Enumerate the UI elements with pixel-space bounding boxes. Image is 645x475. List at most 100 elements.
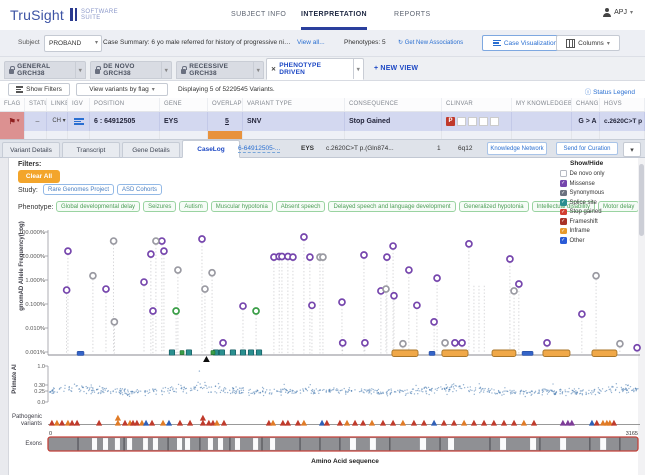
chevron-down-icon: ▾ bbox=[95, 36, 98, 51]
chevron-down-icon[interactable]: ▾ bbox=[75, 62, 82, 78]
chevron-down-icon[interactable]: ▾ bbox=[253, 62, 260, 78]
displaying-count: Displaying 5 of 5229545 Variants. bbox=[178, 86, 275, 93]
study-label: Study: bbox=[18, 187, 38, 194]
overlap-count[interactable]: 5 bbox=[225, 112, 229, 131]
column-header-linked[interactable]: LINKED bbox=[47, 98, 68, 111]
legend-item-splice-site[interactable]: ✓Splice site bbox=[560, 199, 638, 206]
view-all-link[interactable]: View all... bbox=[297, 39, 325, 46]
y-axis: 100.000%10.000%1.000%0.100%0.010%0.001% bbox=[19, 230, 640, 356]
detail-tab-transcript[interactable]: Transcript bbox=[62, 142, 120, 158]
pathogenic-triangles bbox=[49, 415, 617, 426]
flag-cell[interactable]: ⚑▾ bbox=[0, 112, 25, 131]
view-tab-phenotype-driven[interactable]: ✕PHENOTYPE DRIVEN▾ bbox=[266, 58, 364, 80]
column-header-gene[interactable]: GENE bbox=[160, 98, 208, 111]
brand-name: TruSight bbox=[10, 7, 64, 23]
exons-track: 03165 bbox=[0, 430, 645, 456]
brand-bars-icon bbox=[70, 6, 77, 24]
close-icon[interactable]: ✕ bbox=[271, 66, 276, 73]
collapse-panel-button[interactable]: ▾ bbox=[623, 142, 641, 157]
knowledge-network-button[interactable]: Knowledge Network bbox=[487, 142, 547, 155]
exon-bar bbox=[48, 437, 638, 451]
column-header-hgvs[interactable]: HGVS bbox=[600, 98, 645, 111]
view-tab-label: GENERAL GRCH38 bbox=[17, 63, 71, 77]
table-row[interactable]: ⚑▾–CH ▾6 : 64912505EYS5SNVStop GainedPG … bbox=[0, 112, 645, 131]
column-header-igv[interactable]: IGV bbox=[68, 98, 90, 111]
flag-icon: ⚑ bbox=[9, 118, 16, 126]
svg-text:3165: 3165 bbox=[626, 431, 638, 437]
clinvar-empty-box bbox=[479, 117, 488, 126]
synonymous-points bbox=[90, 238, 623, 347]
chevron-down-icon[interactable]: ▾ bbox=[353, 59, 360, 79]
legend-item-label: Synonymous bbox=[570, 190, 605, 196]
phenotype-chip[interactable]: Global developmental delay bbox=[56, 201, 140, 212]
phenotype-chip[interactable]: Muscular hypotonia bbox=[211, 201, 273, 212]
variant-id-link[interactable]: 6-64912505-... bbox=[238, 145, 280, 153]
detail-tab-caselog[interactable]: CaseLog bbox=[182, 140, 240, 158]
view-by-flag-dropdown[interactable]: View variants by flag ▾ bbox=[76, 83, 168, 96]
subject-select[interactable]: PROBAND ▾ bbox=[44, 35, 102, 52]
legend-item-missense[interactable]: ✓Missense bbox=[560, 180, 638, 187]
new-view-button[interactable]: + NEW VIEW bbox=[374, 65, 418, 72]
phenotype-chip[interactable]: Delayed speech and language development bbox=[328, 201, 455, 212]
variant-type-cell: SNV bbox=[243, 112, 345, 131]
lock-icon bbox=[181, 69, 186, 74]
linked-cell[interactable]: CH ▾ bbox=[47, 112, 68, 131]
chevron-down-icon[interactable]: ▾ bbox=[161, 62, 168, 78]
hgvs-cell: c.2620C>T p bbox=[600, 112, 645, 131]
chevron-down-icon: ▾ bbox=[630, 146, 634, 154]
user-menu[interactable]: APJ ▾ bbox=[602, 8, 633, 17]
splice-mini-points bbox=[180, 351, 215, 355]
chevron-down-icon: ▾ bbox=[152, 86, 155, 93]
study-chip[interactable]: ASD Cohorts bbox=[117, 184, 162, 195]
subject-bar: Subject PROBAND ▾ Case Summary: 6 yo mal… bbox=[0, 30, 645, 57]
column-header-variant-type[interactable]: VARIANT TYPE bbox=[243, 98, 345, 111]
checkbox-checked-icon: ✓ bbox=[560, 180, 567, 187]
case-summary: Case Summary: 6 yo male referred for his… bbox=[103, 39, 293, 46]
show-filters-button[interactable]: Show Filters bbox=[8, 83, 70, 96]
clinvar-empty-box bbox=[468, 117, 477, 126]
view-tab-de-novo-grch38[interactable]: DE NOVO GRCH38 ▾ bbox=[90, 61, 172, 79]
status-legend-link[interactable]: ⓘ Status Legend bbox=[585, 86, 635, 96]
clear-all-button[interactable]: Clear All bbox=[18, 170, 60, 183]
study-chips: Rare Genomes ProjectASD Cohorts bbox=[43, 184, 165, 195]
legend-item-stop-gained[interactable]: ✓Stop gained bbox=[560, 209, 638, 216]
phenotype-chip[interactable]: Seizures bbox=[143, 201, 176, 212]
detail-tab-variant-details[interactable]: Variant Details bbox=[2, 142, 60, 158]
view-tab-general-grch38[interactable]: GENERAL GRCH38 ▾ bbox=[4, 61, 86, 79]
header-tab-interpretation[interactable]: INTERPRETATION bbox=[301, 0, 367, 30]
column-header-position[interactable]: POSITION bbox=[90, 98, 160, 111]
overlap-cell[interactable]: 5 bbox=[208, 112, 243, 131]
send-for-curation-button[interactable]: Send for Curation bbox=[556, 142, 618, 155]
svg-text:0.010%: 0.010% bbox=[25, 326, 45, 332]
view-tab-recessive-grch38[interactable]: RECESSIVE GRCH38▾ bbox=[176, 61, 264, 79]
detail-tab-gene-details[interactable]: Gene Details bbox=[122, 142, 180, 158]
header-tab-reports[interactable]: REPORTS bbox=[394, 0, 431, 29]
view-tabs-bar: GENERAL GRCH38▾DE NOVO GRCH38▾RECESSIVE … bbox=[0, 57, 645, 81]
gene-cell: EYS bbox=[160, 112, 208, 131]
column-header-overlap[interactable]: OVERLAP bbox=[208, 98, 243, 111]
legend-denovo-checkbox[interactable]: De novo only bbox=[560, 170, 638, 177]
header-tab-subject-info[interactable]: SUBJECT INFO bbox=[231, 0, 286, 29]
detail-cytoband: 6q12 bbox=[458, 145, 472, 152]
column-header-clinvar[interactable]: CLINVAR bbox=[442, 98, 512, 111]
phenotype-chip[interactable]: Generalized hypotonia bbox=[459, 201, 529, 212]
splice-site-points bbox=[173, 308, 259, 314]
legend-item-synonymous[interactable]: ✓Synonymous bbox=[560, 190, 638, 197]
column-header-status[interactable]: STATUS bbox=[25, 98, 47, 111]
column-header-my-knowledgebase[interactable]: MY KNOWLEDGEBASE bbox=[512, 98, 572, 111]
user-name: APJ bbox=[614, 9, 627, 16]
column-header-change[interactable]: CHANGE bbox=[572, 98, 600, 111]
column-header-consequence[interactable]: CONSEQUENCE bbox=[345, 98, 442, 111]
filter-bar: Show Filters View variants by flag ▾ Dis… bbox=[0, 81, 645, 99]
igv-cell[interactable] bbox=[68, 112, 90, 131]
trusight-logo: TruSight SOFTWARE SUITE bbox=[10, 6, 118, 24]
columns-button[interactable]: Columns ▾ bbox=[556, 35, 620, 51]
phenotype-chip[interactable]: Autism bbox=[179, 201, 207, 212]
view-tab-label: DE NOVO GRCH38 bbox=[103, 63, 157, 77]
study-chip[interactable]: Rare Genomes Project bbox=[43, 184, 114, 195]
get-new-associations-link[interactable]: ↻ Get New Associations bbox=[398, 39, 463, 46]
user-avatar-icon bbox=[602, 8, 611, 17]
column-header-flag[interactable]: FLAG bbox=[0, 98, 25, 111]
phenotype-chip[interactable]: Absent speech bbox=[276, 201, 326, 212]
primate-ai-points bbox=[49, 370, 639, 397]
